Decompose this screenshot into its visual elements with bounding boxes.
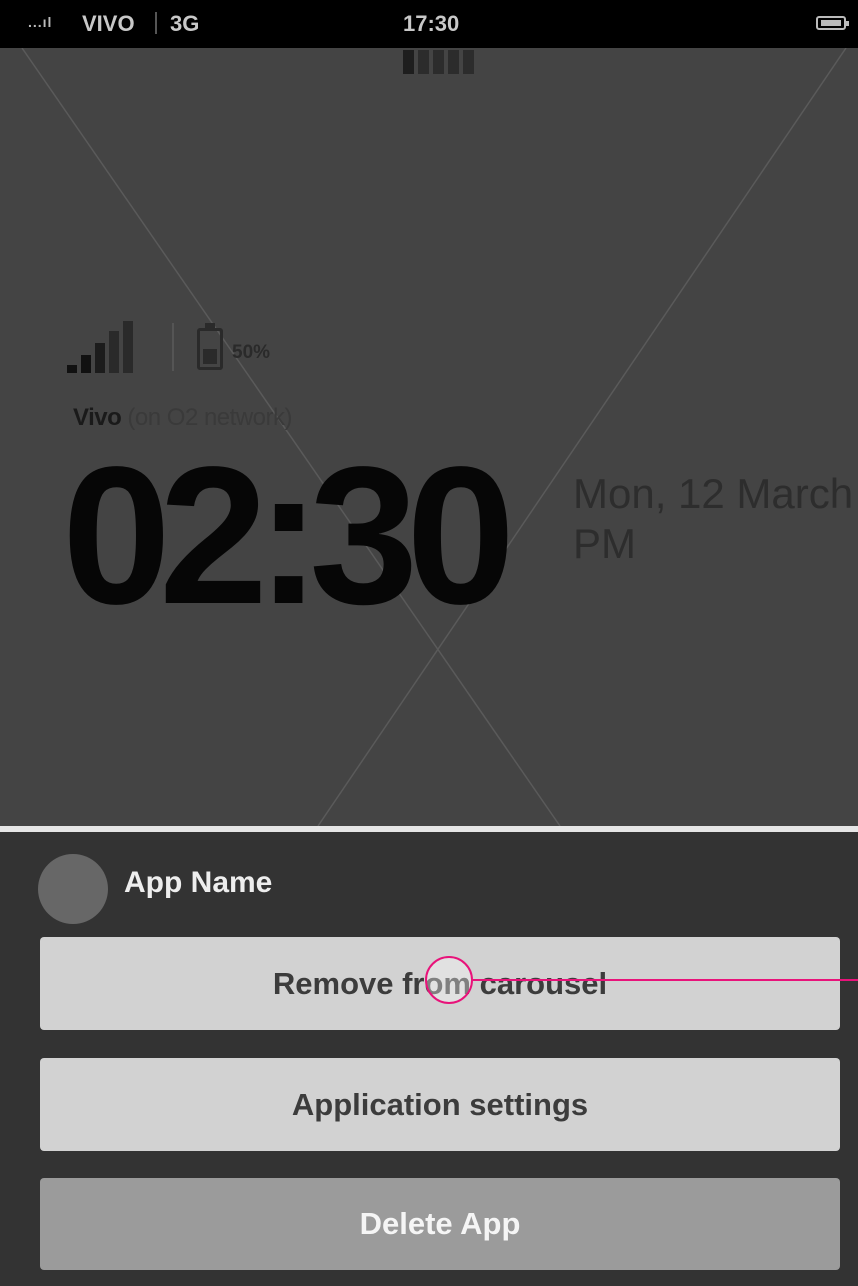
app-icon (38, 854, 108, 924)
lock-date: Mon, 12 March (573, 470, 854, 517)
application-settings-label: Application settings (291, 1086, 589, 1122)
status-network: 3G (170, 11, 200, 36)
status-bar: ...ıl VIVO 3G 17:30 (0, 0, 858, 48)
battery-icon (816, 16, 849, 30)
app-name: App Name (124, 866, 273, 899)
touch-indicator (425, 956, 473, 1004)
signal-icon: ...ıl (28, 14, 53, 30)
lock-ampm: PM (573, 520, 636, 567)
signal-bars-icon (67, 321, 147, 373)
status-carrier: VIVO (82, 11, 135, 36)
lock-battery-icon (197, 323, 223, 370)
application-settings-button[interactable]: Application settings (40, 1058, 840, 1151)
annotation-line (473, 979, 858, 981)
delete-app-button[interactable]: Delete App (40, 1178, 840, 1270)
lock-clock: 02:30 (62, 426, 515, 645)
delete-app-label: Delete App (359, 1206, 521, 1241)
status-time: 17:30 (403, 11, 460, 36)
widget-divider (172, 323, 174, 371)
status-divider (155, 12, 157, 34)
battery-percent: 50% (232, 342, 271, 363)
